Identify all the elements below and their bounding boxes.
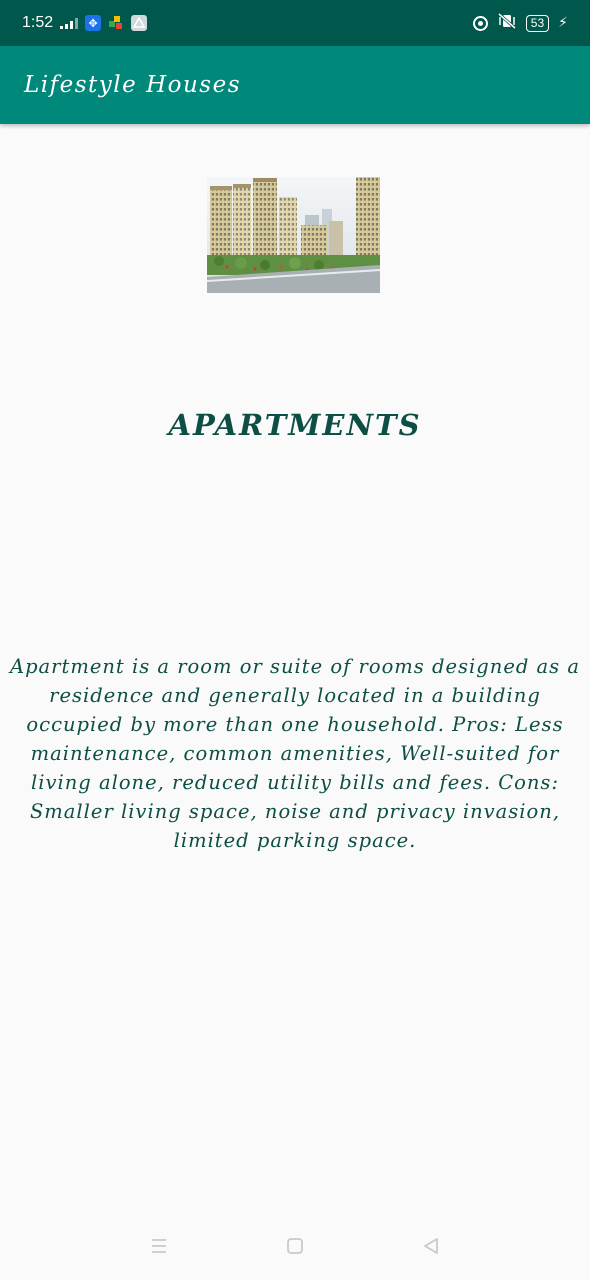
- status-left-group: 1:52 ✥: [22, 14, 148, 32]
- focus-icon: [472, 15, 488, 31]
- app-icon-multicolor: [108, 15, 124, 31]
- app-bar: Lifestyle Houses: [0, 46, 590, 124]
- vibrate-icon: [497, 12, 517, 33]
- app-icon-drive: [131, 15, 148, 31]
- apartments-building-image: [207, 177, 380, 293]
- status-time: 1:52: [22, 14, 54, 31]
- status-right-group: 53 ⚡: [472, 12, 568, 33]
- app-icon-blue: ✥: [85, 15, 102, 31]
- battery-icon: 53: [525, 14, 550, 32]
- recents-icon: [152, 1239, 166, 1253]
- charging-icon: ⚡: [558, 15, 568, 31]
- back-icon: [424, 1238, 438, 1254]
- page-heading: APARTMENTS: [168, 408, 422, 442]
- home-icon: [287, 1238, 303, 1254]
- recents-button[interactable]: [149, 1236, 169, 1256]
- signal-icon: [60, 17, 79, 29]
- app-title: Lifestyle Houses: [24, 72, 242, 98]
- home-button[interactable]: [285, 1236, 305, 1256]
- status-bar: 1:52 ✥ 53 ⚡: [0, 0, 590, 46]
- back-button[interactable]: [421, 1236, 441, 1256]
- description-text: Apartment is a room or suite of rooms de…: [9, 655, 580, 852]
- navigation-bar: [0, 1212, 590, 1280]
